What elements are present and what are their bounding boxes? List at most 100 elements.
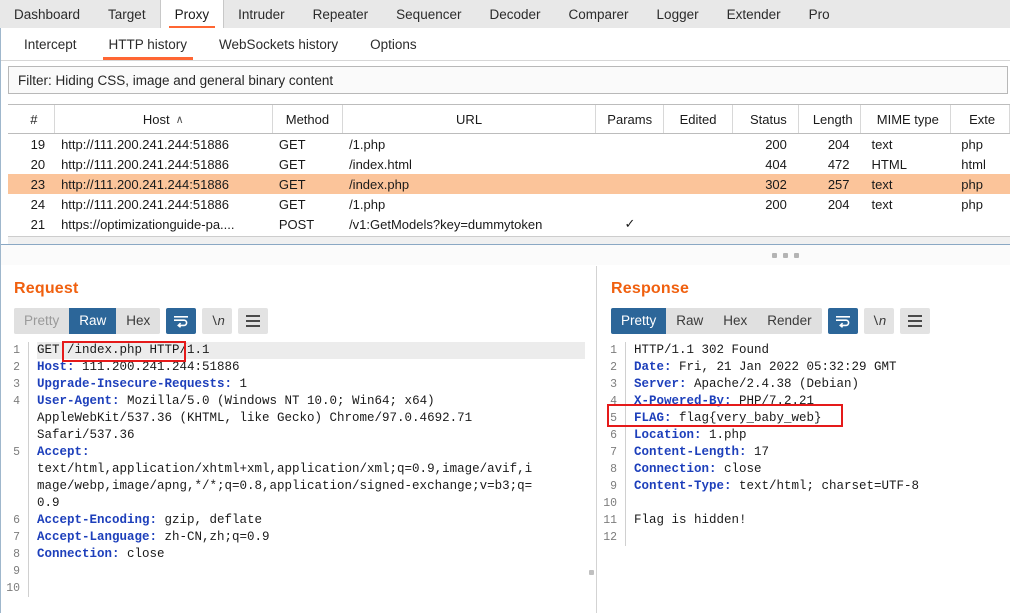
main-tab-repeater[interactable]: Repeater <box>299 0 383 28</box>
sort-ascending-icon: ∧ <box>176 113 184 126</box>
http-history-table: #Host∧MethodURLParamsEditedStatusLengthM… <box>8 104 1010 242</box>
request-header-value: /index.php HTTP/1.1 <box>67 343 210 357</box>
request-code-line: Accept-Language: zh-CN,zh;q=0.9 <box>37 529 585 546</box>
response-header-value: Flag is hidden! <box>634 513 747 527</box>
response-header-value: 17 <box>747 445 770 459</box>
vertical-splitter[interactable] <box>585 266 597 613</box>
main-tab-target[interactable]: Target <box>94 0 160 28</box>
request-menu-icon[interactable] <box>238 308 268 334</box>
response-header-name: Content-Length: <box>634 445 747 459</box>
request-code-line: text/html,application/xhtml+xml,applicat… <box>37 461 585 478</box>
main-tab-logger[interactable]: Logger <box>643 0 713 28</box>
request-pane: Request PrettyRawHex \n 12345678910 GET … <box>0 266 585 613</box>
response-code-line: HTTP/1.1 302 Found <box>634 342 1010 359</box>
request-word-wrap-icon[interactable] <box>166 308 196 334</box>
column-header-[interactable]: # <box>8 105 55 133</box>
column-header-method[interactable]: Method <box>273 105 343 133</box>
table-row[interactable]: 21https://optimizationguide-pa....POST/v… <box>8 214 1010 234</box>
main-tab-dashboard[interactable]: Dashboard <box>0 0 94 28</box>
response-header-value: Fri, 21 Jan 2022 05:32:29 GMT <box>672 360 897 374</box>
sub-tab-http-history[interactable]: HTTP history <box>93 28 204 60</box>
request-newline-label: \n <box>210 314 224 329</box>
response-view-tab-hex[interactable]: Hex <box>713 308 757 334</box>
response-view-tab-raw[interactable]: Raw <box>666 308 713 334</box>
sub-tab-intercept[interactable]: Intercept <box>8 28 93 60</box>
main-tab-pro[interactable]: Pro <box>795 0 844 28</box>
request-code-line <box>37 563 585 580</box>
column-header-status[interactable]: Status <box>733 105 799 133</box>
request-toolbar: PrettyRawHex \n <box>0 298 585 334</box>
request-header-name: Host: <box>37 360 75 374</box>
request-code-line: Connection: close <box>37 546 585 563</box>
column-header-length[interactable]: Length <box>799 105 861 133</box>
request-line-number: 4 <box>0 393 20 410</box>
column-header-host[interactable]: Host∧ <box>55 105 273 133</box>
column-header-url[interactable]: URL <box>343 105 596 133</box>
main-tab-intruder[interactable]: Intruder <box>224 0 299 28</box>
table-row[interactable]: 23http://111.200.241.244:51886GET/index.… <box>8 174 1010 194</box>
table-row[interactable]: 24http://111.200.241.244:51886GET/1.php2… <box>8 194 1010 214</box>
cell-mime: text <box>862 174 952 194</box>
splitter-grip-icon <box>589 570 594 575</box>
request-code-lines: GET /index.php HTTP/1.1Host: 111.200.241… <box>28 342 585 597</box>
cell-mime: text <box>862 134 952 154</box>
request-line-number <box>0 478 20 495</box>
request-view-tab-hex[interactable]: Hex <box>116 308 160 334</box>
request-code-view[interactable]: 12345678910 GET /index.php HTTP/1.1Host:… <box>0 342 585 597</box>
filter-bar[interactable]: Filter: Hiding CSS, image and general bi… <box>8 66 1008 94</box>
request-header-name: Connection: <box>37 547 120 561</box>
request-header-value: gzip, deflate <box>157 513 262 527</box>
response-title: Response <box>597 266 1010 298</box>
request-line-number: 8 <box>0 546 20 563</box>
response-code-line: Server: Apache/2.4.38 (Debian) <box>634 376 1010 393</box>
response-header-name: Content-Type: <box>634 479 732 493</box>
cell-params <box>596 134 664 154</box>
response-header-value: PHP/7.2.21 <box>732 394 815 408</box>
response-menu-icon[interactable] <box>900 308 930 334</box>
sub-tab-options[interactable]: Options <box>354 28 433 60</box>
hamburger-icon <box>908 315 922 327</box>
response-line-number: 12 <box>597 529 617 546</box>
cell-host: http://111.200.241.244:51886 <box>55 134 273 154</box>
response-header-name: Date: <box>634 360 672 374</box>
request-view-tab-raw[interactable]: Raw <box>69 308 116 334</box>
hamburger-icon <box>246 315 260 327</box>
horizontal-splitter[interactable] <box>0 244 1010 265</box>
response-view-tab-pretty[interactable]: Pretty <box>611 308 666 334</box>
column-header-edited[interactable]: Edited <box>664 105 732 133</box>
sub-tab-websockets-history[interactable]: WebSockets history <box>203 28 354 60</box>
request-header-value: Mozilla/5.0 (Windows NT 10.0; Win64; x64… <box>120 394 435 408</box>
request-line-number: 1 <box>0 342 20 359</box>
table-header-row: #Host∧MethodURLParamsEditedStatusLengthM… <box>8 105 1010 134</box>
splitter-grip-icon <box>772 253 799 258</box>
table-row[interactable]: 19http://111.200.241.244:51886GET/1.php2… <box>8 134 1010 154</box>
request-header-name: Accept-Encoding: <box>37 513 157 527</box>
response-word-wrap-icon[interactable] <box>828 308 858 334</box>
cell-ext: php <box>951 174 1010 194</box>
response-line-number: 1 <box>597 342 617 359</box>
main-tab-sequencer[interactable]: Sequencer <box>382 0 475 28</box>
request-header-value: 111.200.241.244:51886 <box>75 360 240 374</box>
cell-edited <box>664 174 732 194</box>
main-tab-comparer[interactable]: Comparer <box>555 0 643 28</box>
column-header-params[interactable]: Params <box>596 105 664 133</box>
request-header-value: 1 <box>232 377 247 391</box>
response-code-view[interactable]: 123456789101112 HTTP/1.1 302 FoundDate: … <box>597 342 1010 546</box>
main-tab-proxy[interactable]: Proxy <box>160 0 225 29</box>
response-newline-icon[interactable]: \n <box>864 308 894 334</box>
proxy-sub-tab-bar: InterceptHTTP historyWebSockets historyO… <box>0 28 1010 61</box>
request-view-tab-pretty[interactable]: Pretty <box>14 308 69 334</box>
main-tab-extender[interactable]: Extender <box>713 0 795 28</box>
cell-edited <box>664 194 732 214</box>
column-header-exte[interactable]: Exte <box>951 105 1010 133</box>
cell-url: /index.php <box>343 174 596 194</box>
column-header-mime-type[interactable]: MIME type <box>861 105 951 133</box>
cell-num: 19 <box>8 134 55 154</box>
cell-status: 200 <box>732 194 799 214</box>
table-row[interactable]: 20http://111.200.241.244:51886GET/index.… <box>8 154 1010 174</box>
request-line-number: 9 <box>0 563 20 580</box>
main-tab-decoder[interactable]: Decoder <box>475 0 554 28</box>
response-view-tab-render[interactable]: Render <box>757 308 821 334</box>
request-newline-icon[interactable]: \n <box>202 308 232 334</box>
response-line-number: 2 <box>597 359 617 376</box>
